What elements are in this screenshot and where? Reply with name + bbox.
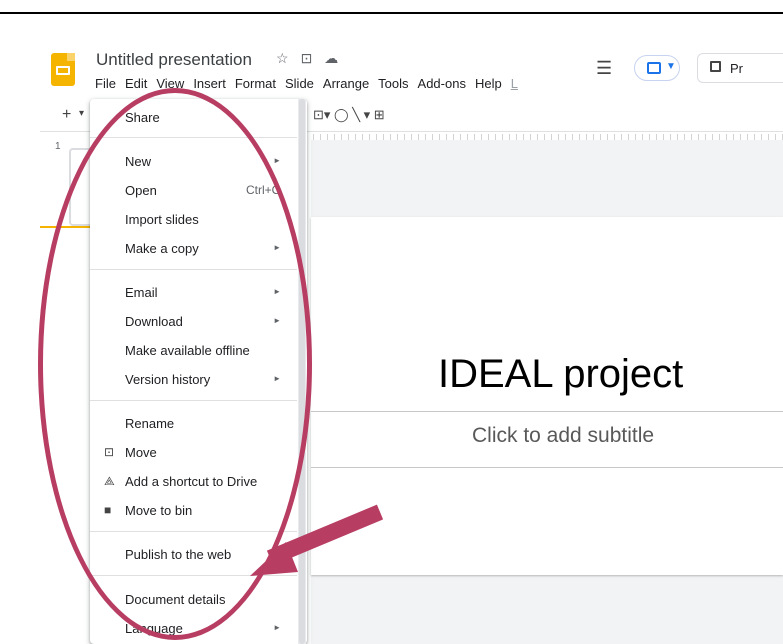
- menu-help[interactable]: Help: [475, 76, 502, 91]
- upload-icon: [647, 62, 661, 74]
- present-options-button[interactable]: ▼: [634, 55, 680, 81]
- menu-format[interactable]: Format: [235, 76, 276, 91]
- subtitle-placeholder[interactable]: Click to add subtitle: [472, 424, 654, 448]
- star-icon[interactable]: ☆: [276, 50, 289, 67]
- menu-insert[interactable]: Insert: [193, 76, 226, 91]
- chevron-down-icon: ▼: [666, 61, 676, 72]
- slides-logo-icon[interactable]: [51, 53, 75, 86]
- slideshow-button[interactable]: Pr: [697, 53, 783, 83]
- subtitle-box-bottom: [311, 467, 783, 468]
- present-icon: [710, 61, 721, 72]
- menu-file[interactable]: File: [95, 76, 116, 91]
- slide-number: 1: [55, 141, 61, 152]
- menu-tools[interactable]: Tools: [378, 76, 408, 91]
- chevron-down-icon[interactable]: ▾: [79, 108, 84, 119]
- move-folder-icon[interactable]: ⊡: [301, 50, 313, 67]
- insert-tools[interactable]: ⊡▾ ◯ ╲ ▾ ⊞: [313, 107, 385, 123]
- menu-slide[interactable]: Slide: [285, 76, 314, 91]
- document-title[interactable]: Untitled presentation: [96, 50, 252, 70]
- submenu-arrow-icon: ►: [273, 623, 281, 632]
- title-icons: ☆ ⊡ ☁: [276, 50, 338, 67]
- top-border: [0, 12, 783, 14]
- last-edit-link[interactable]: L: [511, 76, 518, 91]
- submenu-arrow-icon: ►: [273, 156, 281, 165]
- comment-history-icon[interactable]: ☰: [596, 58, 612, 79]
- pointer-arrow-icon: [250, 504, 384, 576]
- subtitle-box-top: [311, 411, 783, 412]
- cloud-status-icon[interactable]: ☁: [324, 50, 338, 67]
- slide-title[interactable]: IDEAL project: [438, 352, 683, 397]
- menu-addons[interactable]: Add-ons: [418, 76, 466, 91]
- slideshow-label: Pr: [730, 61, 743, 76]
- menu-arrange[interactable]: Arrange: [323, 76, 369, 91]
- new-slide-icon[interactable]: +: [62, 106, 71, 124]
- menu-edit[interactable]: Edit: [125, 76, 147, 91]
